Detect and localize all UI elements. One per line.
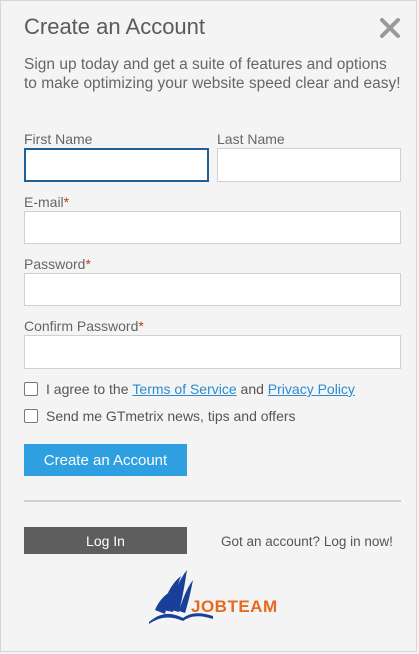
logo-text: JOBTEAM	[191, 597, 278, 616]
email-label-text: E-mail	[24, 194, 64, 210]
terms-and: and	[240, 381, 264, 397]
create-account-modal: Create an Account Sign up today and get …	[0, 0, 417, 652]
last-name-label: Last Name	[217, 131, 285, 147]
modal-title: Create an Account	[24, 14, 206, 39]
confirm-password-label: Confirm Password*	[24, 318, 144, 334]
first-name-field[interactable]	[24, 148, 209, 182]
login-prompt: Got an account? Log in now!	[221, 534, 393, 549]
required-marker: *	[85, 256, 91, 272]
close-icon[interactable]	[379, 17, 401, 39]
jobteam-logo	[149, 570, 213, 624]
newsletter-label: Send me GTmetrix news, tips and offers	[46, 408, 296, 424]
required-marker: *	[63, 194, 70, 210]
first-name-label: First Name	[24, 131, 93, 147]
divider	[24, 500, 401, 502]
create-account-button[interactable]: Create an Account	[24, 444, 187, 476]
password-field[interactable]	[24, 273, 401, 306]
terms-agree-row: I agree to the Terms of Service and Priv…	[24, 381, 355, 397]
last-name-field[interactable]	[217, 148, 401, 182]
required-marker: *	[138, 318, 144, 334]
confirm-password-label-text: Confirm Password	[24, 318, 139, 334]
newsletter-row: Send me GTmetrix news, tips and offers	[24, 408, 296, 424]
password-label-text: Password	[24, 256, 86, 272]
terms-of-service-link[interactable]: Terms of Service	[132, 381, 236, 397]
confirm-password-field[interactable]	[24, 335, 401, 369]
terms-checkbox[interactable]	[24, 382, 38, 396]
intro-text: Sign up today and get a suite of feature…	[24, 56, 401, 92]
newsletter-checkbox[interactable]	[24, 409, 38, 423]
email-field[interactable]	[24, 211, 401, 244]
privacy-policy-link[interactable]: Privacy Policy	[268, 381, 355, 397]
log-in-button[interactable]: Log In	[24, 527, 187, 554]
password-label: Password*	[24, 256, 91, 272]
email-label: E-mail*	[24, 194, 69, 210]
terms-prefix: I agree to the	[46, 381, 129, 397]
